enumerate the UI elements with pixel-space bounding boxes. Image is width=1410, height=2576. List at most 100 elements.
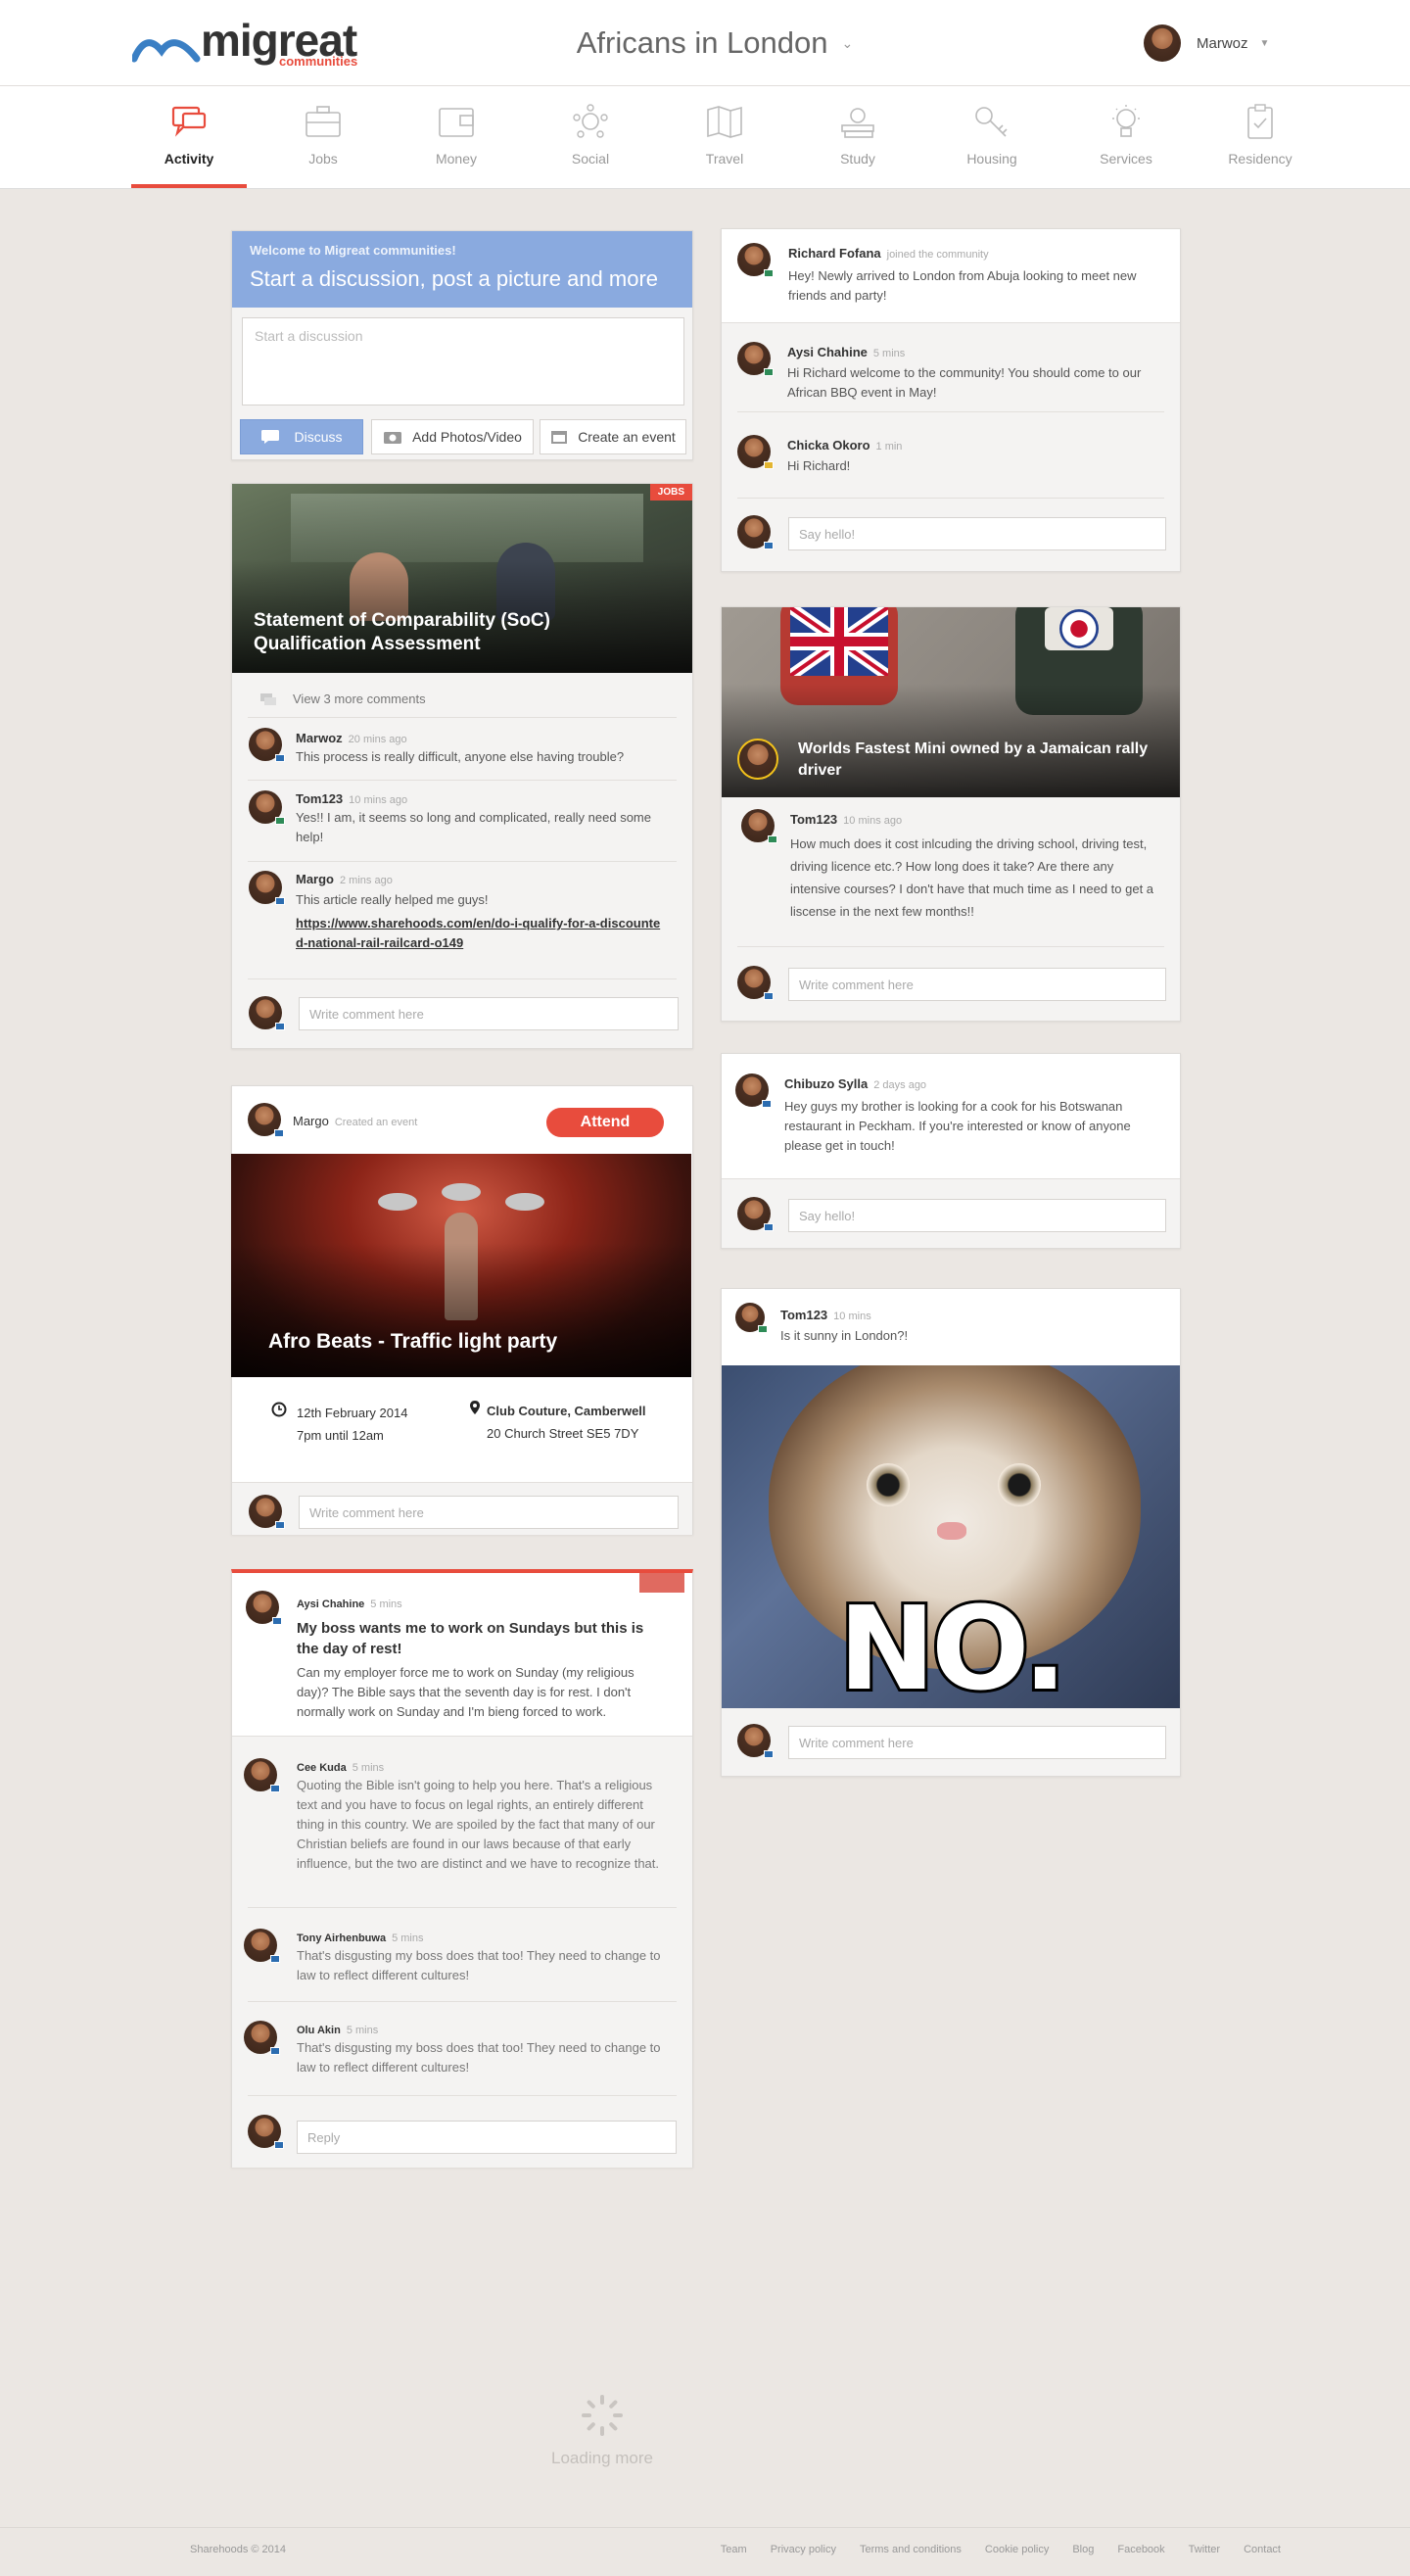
category-tab [639, 1573, 684, 1593]
post-title[interactable]: My boss wants me to work on Sundays but … [297, 1618, 659, 1659]
chevron-down-icon: ▼ [1259, 37, 1270, 49]
post-image[interactable]: NO. [722, 1365, 1180, 1708]
migreat-logo[interactable]: migreat communities [132, 18, 357, 71]
my-avatar [737, 966, 774, 1000]
commenter-avatar[interactable] [244, 1758, 280, 1792]
footer-link-facebook[interactable]: Facebook [1117, 2544, 1164, 2555]
join-post-card: Richard Fofana joined the community Hey! … [721, 228, 1181, 572]
post-text: Hey guys my brother is looking for a coo… [784, 1099, 1131, 1153]
poster-avatar[interactable] [735, 1303, 768, 1333]
composer-banner: Welcome to Migreat communities! Start a … [232, 231, 692, 308]
chevron-down-icon: ⌄ [841, 34, 854, 51]
my-avatar [249, 996, 285, 1030]
nav-services[interactable]: Services [1068, 86, 1184, 188]
create-event-button[interactable]: Create an event [540, 419, 686, 454]
poster-name[interactable]: Chibuzo Sylla [784, 1076, 868, 1091]
nav-label: Money [435, 151, 478, 167]
commenter-name[interactable]: Aysi Chahine [787, 345, 868, 359]
category-nav: Activity Jobs Money Social Travel Study … [0, 86, 1410, 189]
comment-input[interactable]: Say hello! [788, 517, 1166, 550]
event-image[interactable]: Afro Beats - Traffic light party [231, 1154, 691, 1377]
footer: Sharehoods © 2014 Team Privacy policy Te… [0, 2527, 1410, 2576]
nav-jobs[interactable]: Jobs [265, 86, 381, 188]
poster-avatar[interactable] [735, 1073, 772, 1108]
comment-input[interactable]: Write comment here [299, 1496, 679, 1529]
clipboard-icon [1247, 104, 1273, 139]
headline-part: picture [495, 266, 561, 291]
nav-housing[interactable]: Housing [934, 86, 1050, 188]
nav-money[interactable]: Money [399, 86, 514, 188]
footer-link-privacy[interactable]: Privacy policy [771, 2544, 836, 2555]
post-title[interactable]: Statement of Comparability (SoC) Qualifi… [254, 609, 665, 656]
footer-link-terms[interactable]: Terms and conditions [860, 2544, 962, 2555]
commenter-name[interactable]: Tony Airhenbuwa [297, 1932, 386, 1944]
commenter-name[interactable]: Marwoz [296, 731, 343, 745]
view-more-comments[interactable]: View 3 more comments [259, 692, 426, 706]
user-menu[interactable]: Marwoz ▼ [1144, 24, 1269, 63]
comment-text: That's disgusting my boss does that too!… [297, 2040, 661, 2075]
community-selector[interactable]: Africans in London ⌄ [548, 22, 881, 65]
nav-study[interactable]: Study [800, 86, 916, 188]
comment-text: How much does it cost inlcuding the driv… [790, 836, 1154, 919]
commenter-avatar[interactable] [244, 1929, 280, 1963]
add-photos-button[interactable]: Add Photos/Video [371, 419, 534, 454]
comment-input[interactable]: Write comment here [299, 997, 679, 1030]
poster-avatar[interactable] [248, 1103, 284, 1137]
event-venue[interactable]: Club Couture, Camberwell [487, 1400, 646, 1422]
comment-input[interactable]: Say hello! [788, 1199, 1166, 1232]
composer-headline: Start a discussion, post a picture and m… [250, 266, 658, 292]
event-title[interactable]: Afro Beats - Traffic light party [268, 1330, 557, 1354]
footer-link-cookies[interactable]: Cookie policy [985, 2544, 1049, 2555]
nav-travel[interactable]: Travel [667, 86, 782, 188]
commenter-avatar[interactable] [249, 790, 285, 825]
poster-name[interactable]: Margo [293, 1114, 329, 1128]
post-image[interactable]: Worlds Fastest Mini owned by a Jamaican … [722, 607, 1180, 797]
briefcase-icon [306, 106, 341, 137]
footer-link-blog[interactable]: Blog [1072, 2544, 1094, 2555]
post-image[interactable]: JOBS Statement of Comparability (SoC) Qu… [232, 484, 692, 673]
loading-spinner-icon [582, 2395, 623, 2436]
commenter-avatar[interactable] [249, 728, 285, 762]
commenter-avatar[interactable] [244, 2021, 280, 2055]
cat-eye [998, 1463, 1041, 1506]
commenter-name[interactable]: Margo [296, 872, 334, 886]
key-icon [975, 107, 1008, 137]
nav-residency[interactable]: Residency [1202, 86, 1318, 188]
commenter-avatar[interactable] [737, 342, 774, 376]
nav-social[interactable]: Social [533, 86, 648, 188]
nav-activity[interactable]: Activity [131, 86, 247, 188]
user-avatar [1144, 24, 1181, 62]
commenter-name[interactable]: Tom123 [790, 812, 837, 827]
footer-link-team[interactable]: Team [721, 2544, 747, 2555]
post-title[interactable]: Worlds Fastest Mini owned by a Jamaican … [798, 739, 1151, 782]
logo-waves-icon [132, 39, 201, 63]
commenter-name[interactable]: Cee Kuda [297, 1762, 347, 1774]
footer-link-twitter[interactable]: Twitter [1189, 2544, 1220, 2555]
commenter-avatar[interactable] [249, 871, 285, 905]
commenter-name[interactable]: Olu Akin [297, 2025, 341, 2036]
reply-input[interactable]: Reply [297, 2121, 677, 2154]
attend-button[interactable]: Attend [546, 1108, 664, 1137]
poster-name[interactable]: Tom123 [780, 1308, 827, 1322]
nav-label: Social [571, 151, 610, 167]
footer-link-contact[interactable]: Contact [1244, 2544, 1281, 2555]
comment-link[interactable]: https://www.sharehoods.com/en/do-i-quali… [296, 914, 668, 953]
commenter-name[interactable]: Tom123 [296, 791, 343, 806]
comment-input[interactable]: Write comment here [788, 968, 1166, 1001]
poster-name[interactable]: Aysi Chahine [297, 1598, 364, 1610]
commenter-avatar[interactable] [737, 435, 774, 469]
member-name[interactable]: Richard Fofana [788, 246, 881, 261]
discussion-textarea[interactable]: Start a discussion [242, 317, 684, 405]
comment-input[interactable]: Write comment here [788, 1726, 1166, 1759]
loading-more-text: Loading more [551, 2449, 653, 2467]
comment: Tony Airhenbuwa 5 mins That's disgusting … [297, 1929, 669, 1985]
poster-avatar[interactable] [737, 739, 778, 780]
member-avatar[interactable] [737, 243, 774, 277]
discuss-button[interactable]: Discuss [240, 419, 363, 454]
comment: Tom123 10 mins ago Yes!! I am, it seems s… [296, 790, 658, 847]
commenter-avatar[interactable] [741, 809, 777, 843]
nav-label: Study [840, 151, 875, 167]
commenter-name[interactable]: Chicka Okoro [787, 438, 870, 453]
poster-avatar[interactable] [246, 1591, 282, 1625]
stage-prop [378, 1193, 417, 1211]
